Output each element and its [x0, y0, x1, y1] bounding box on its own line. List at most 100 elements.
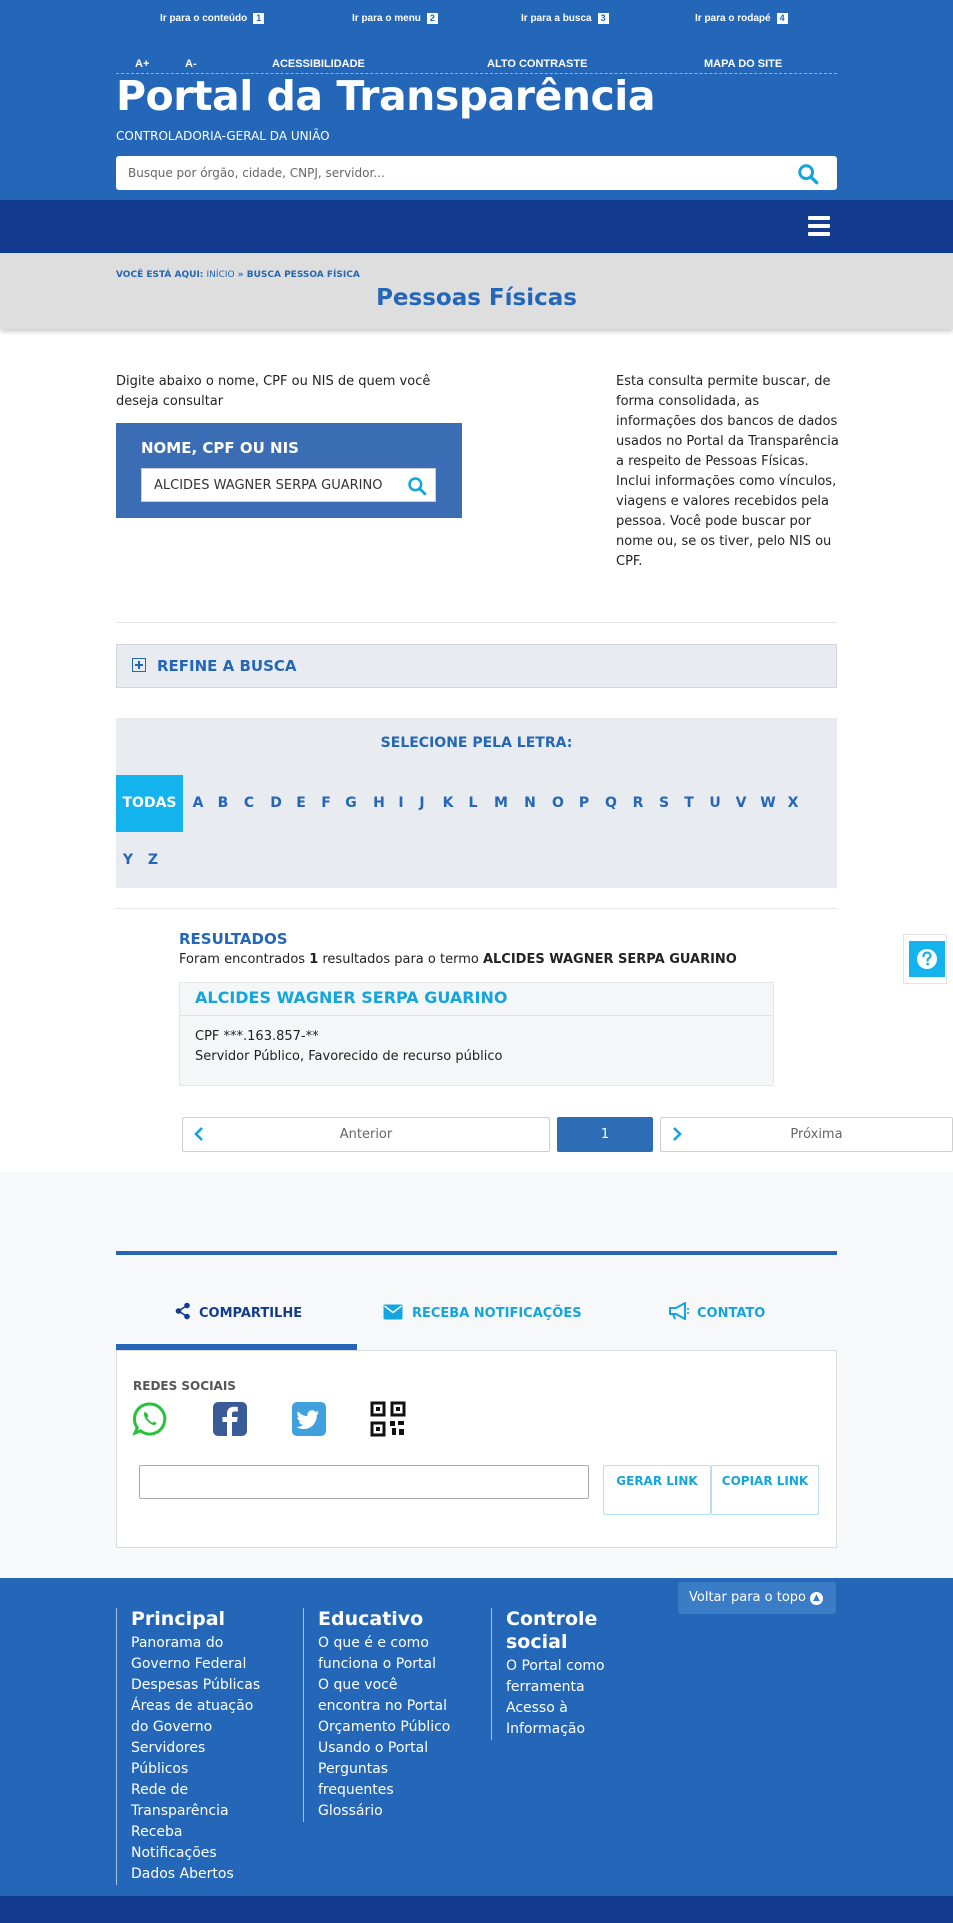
results-count-text: Foram encontrados 1 resultados para o te… — [179, 952, 737, 967]
site-header: Ir para o conteúdo 1 Ir para o menu 2 Ir p… — [0, 0, 953, 200]
back-to-top-button[interactable]: Voltar para o topo ▲ — [678, 1582, 836, 1614]
footer-link[interactable]: O Portal como ferramenta — [506, 1656, 621, 1698]
search-icon[interactable] — [407, 476, 427, 496]
footer-column-principal: Principal Panorama do Governo Federal De… — [116, 1608, 266, 1885]
footer-link[interactable]: O que você encontra no Portal — [318, 1675, 458, 1717]
letter-h[interactable]: H — [370, 775, 388, 832]
section-divider — [116, 1251, 837, 1255]
letter-v[interactable]: V — [732, 775, 750, 832]
letter-m[interactable]: M — [491, 775, 511, 832]
letter-todas[interactable]: TODAS — [116, 775, 183, 832]
footer-column-educativo: Educativo O que é e como funciona o Port… — [303, 1608, 463, 1822]
generate-link-button[interactable]: GERAR LINK — [603, 1465, 711, 1515]
pagination-next-button[interactable]: Próxima — [660, 1117, 953, 1152]
font-decrease-link[interactable]: A- — [185, 58, 197, 70]
skip-to-menu-link[interactable]: Ir para o menu 2 — [352, 13, 438, 24]
letter-filter: SELECIONE PELA LETRA: TODAS A B C D E F … — [116, 718, 837, 888]
letter-j[interactable]: J — [415, 775, 429, 832]
letter-g[interactable]: G — [342, 775, 360, 832]
page-title: Pessoas Físicas — [376, 285, 577, 311]
expand-plus-icon — [132, 658, 146, 672]
letter-f[interactable]: F — [317, 775, 335, 832]
skip-to-footer-link[interactable]: Ir para o rodapé 4 — [695, 13, 788, 24]
letter-k[interactable]: K — [439, 775, 457, 832]
tab-contato[interactable]: CONTATO — [668, 1302, 768, 1326]
letter-o[interactable]: O — [549, 775, 567, 832]
footer-heading: Controle social — [506, 1608, 598, 1653]
letter-t[interactable]: T — [680, 775, 698, 832]
letter-y[interactable]: Y — [119, 832, 137, 889]
letter-z[interactable]: Z — [144, 832, 162, 889]
help-button[interactable] — [903, 934, 947, 984]
menu-hamburger-icon[interactable] — [808, 216, 830, 238]
sitemap-link[interactable]: MAPA DO SITE — [704, 58, 782, 70]
site-title[interactable]: Portal da Transparência — [116, 72, 656, 120]
footer-link[interactable]: Usando o Portal — [318, 1738, 463, 1759]
envelope-icon — [383, 1304, 403, 1320]
letter-a[interactable]: A — [189, 775, 207, 832]
breadcrumb-home-link[interactable]: INÍCIO — [207, 270, 235, 280]
refine-search-label: REFINE A BUSCA — [157, 657, 297, 675]
letter-row-2: Y Z — [116, 832, 837, 889]
letter-b[interactable]: B — [214, 775, 232, 832]
twitter-icon[interactable] — [291, 1401, 327, 1437]
letter-r[interactable]: R — [629, 775, 647, 832]
footer-link[interactable]: Acesso à Informação — [506, 1698, 606, 1740]
letter-x[interactable]: X — [784, 775, 802, 832]
pagination-prev-button[interactable]: Anterior — [182, 1117, 550, 1152]
footer-link[interactable]: Servidores Públicos — [131, 1738, 266, 1780]
whatsapp-icon[interactable] — [132, 1401, 168, 1437]
copy-link-button[interactable]: COPIAR LINK — [711, 1465, 819, 1515]
skip-to-search-link[interactable]: Ir para a busca 3 — [521, 13, 609, 24]
pagination-page-1[interactable]: 1 — [557, 1117, 653, 1152]
megaphone-icon — [669, 1302, 689, 1320]
letter-q[interactable]: Q — [602, 775, 620, 832]
letter-w[interactable]: W — [758, 775, 778, 832]
person-search-input[interactable] — [154, 469, 404, 501]
letter-e[interactable]: E — [292, 775, 310, 832]
footer-link[interactable]: Dados Abertos — [131, 1864, 266, 1885]
footer-link[interactable]: Orçamento Público — [318, 1717, 463, 1738]
results-title: RESULTADOS — [179, 930, 288, 948]
facebook-icon[interactable] — [212, 1401, 248, 1437]
letter-s[interactable]: S — [655, 775, 673, 832]
footer-link[interactable]: O que é e como funciona o Portal — [318, 1633, 453, 1675]
letter-filter-title: SELECIONE PELA LETRA: — [380, 735, 573, 751]
footer-link[interactable]: Receba Notificações — [131, 1822, 231, 1864]
footer-heading: Principal — [131, 1608, 226, 1630]
footer-link[interactable]: Áreas de atuação do Governo — [131, 1696, 259, 1738]
refine-search-toggle[interactable]: REFINE A BUSCA — [116, 644, 837, 688]
footer-heading: Educativo — [318, 1608, 424, 1630]
footer-link[interactable]: Glossário — [318, 1801, 463, 1822]
search-icon[interactable] — [797, 163, 819, 185]
footer-link[interactable]: Despesas Públicas — [131, 1675, 266, 1696]
footer-link[interactable]: Panorama do Governo Federal — [131, 1633, 259, 1675]
accessibility-link[interactable]: ACESSIBILIDADE — [272, 58, 365, 70]
result-name-link[interactable]: ALCIDES WAGNER SERPA GUARINO — [195, 988, 508, 1007]
header-search-input[interactable] — [128, 156, 778, 190]
letter-i[interactable]: I — [394, 775, 408, 832]
letter-row-1: TODAS A B C D E F G H I J K L M N O P Q … — [116, 775, 837, 832]
share-link-input[interactable] — [139, 1465, 589, 1499]
tab-receba-notificacoes[interactable]: RECEBA NOTIFICAÇÕES — [383, 1302, 582, 1326]
footer-link[interactable]: Rede de Transparência — [131, 1780, 246, 1822]
tab-compartilhe[interactable]: COMPARTILHE — [175, 1302, 305, 1326]
font-increase-link[interactable]: A+ — [135, 58, 149, 70]
letter-c[interactable]: C — [240, 775, 258, 832]
result-type: Servidor Público, Favorecido de recurso … — [195, 1049, 503, 1064]
letter-p[interactable]: P — [575, 775, 593, 832]
letter-l[interactable]: L — [464, 775, 482, 832]
result-card: ALCIDES WAGNER SERPA GUARINO CPF ***.163… — [179, 982, 774, 1086]
skip-to-content-link[interactable]: Ir para o conteúdo 1 — [160, 13, 265, 24]
divider — [116, 622, 837, 623]
qr-code-icon[interactable] — [370, 1401, 406, 1437]
footer-link[interactable]: Perguntas frequentes — [318, 1759, 408, 1801]
letter-d[interactable]: D — [267, 775, 285, 832]
letter-u[interactable]: U — [706, 775, 724, 832]
high-contrast-link[interactable]: ALTO CONTRASTE — [487, 58, 587, 70]
footer-column-controle-social: Controle social O Portal como ferramenta… — [491, 1608, 621, 1740]
main-nav-bar — [0, 200, 953, 253]
site-footer: Voltar para o topo ▲ Principal Panorama d… — [0, 1578, 953, 1923]
site-subtitle: CONTROLADORIA-GERAL DA UNIÃO — [116, 129, 330, 143]
letter-n[interactable]: N — [521, 775, 539, 832]
